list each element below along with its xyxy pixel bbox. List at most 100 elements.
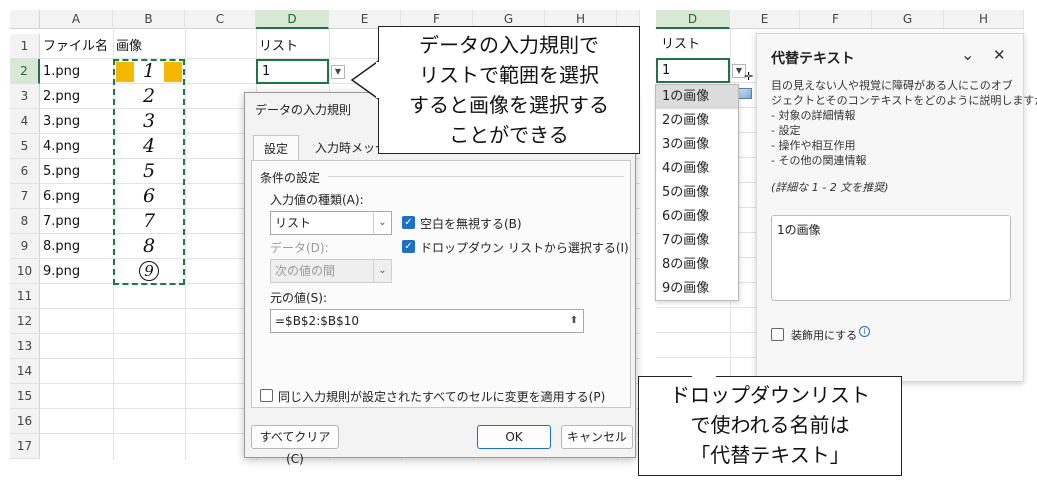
alt-text-input[interactable]: 1の画像 xyxy=(771,215,1011,301)
callout-top-line: データの入力規則で xyxy=(419,33,599,57)
row-header[interactable]: 17 xyxy=(10,434,40,459)
dropdown-item[interactable]: 9の画像 xyxy=(656,277,738,301)
dropdown-item[interactable]: 5の画像 xyxy=(656,181,738,205)
cell-filename[interactable]: 4.png xyxy=(40,134,113,159)
chevron-down-icon: ⌄ xyxy=(373,260,391,282)
row-header[interactable]: 15 xyxy=(10,384,40,409)
source-label: 元の値(S): xyxy=(270,291,328,305)
row-header[interactable]: 5 xyxy=(10,134,40,159)
column-header-e[interactable]: E xyxy=(730,10,800,29)
cell-filename[interactable]: 8.png xyxy=(40,234,113,259)
column-header-g[interactable]: G xyxy=(872,10,944,29)
source-input[interactable]: =$B$2:$B$10 ⬆ xyxy=(270,309,584,333)
copy-range-marquee xyxy=(113,59,185,285)
row-header[interactable]: 3 xyxy=(10,84,40,109)
row-header[interactable]: 10 xyxy=(10,259,40,284)
cell-filename[interactable]: 9.png xyxy=(40,259,113,284)
callout-top-line: すると画像を選択する xyxy=(409,93,609,117)
allow-label: 入力値の種類(A): xyxy=(270,193,364,207)
ignore-blank-label: 空白を無視する(B) xyxy=(420,217,522,231)
callout-top-line: ことができる xyxy=(449,123,569,147)
dropdown-item[interactable]: 8の画像 xyxy=(656,253,738,277)
dropdown-item[interactable]: 2の画像 xyxy=(656,109,738,133)
row-header[interactable]: 11 xyxy=(10,284,40,309)
column-header-d[interactable]: D xyxy=(656,10,730,29)
alt-text-panel: 代替テキスト ⌄ ✕ 目の見えない人や視覚に障碍がある人にこのオブ ジェクトとそ… xyxy=(756,33,1037,382)
right-cell-d2-value: 1 xyxy=(662,63,671,78)
cell-a1[interactable]: ファイル名 xyxy=(40,34,113,59)
callout-bottom-line: ドロップダウンリスト xyxy=(670,383,870,407)
row-header[interactable]: 8 xyxy=(10,209,40,234)
row-header[interactable]: 7 xyxy=(10,184,40,209)
row-header[interactable]: 6 xyxy=(10,159,40,184)
description-line: - 対象の詳細情報 xyxy=(771,109,856,122)
right-cell-d1[interactable]: リスト xyxy=(658,32,728,57)
apply-all-checkbox[interactable] xyxy=(260,389,273,402)
tab-settings[interactable]: 設定 xyxy=(253,135,300,161)
dropdown-item[interactable]: 7の画像 xyxy=(656,229,738,253)
cell-d2-value: 1 xyxy=(262,64,271,79)
column-header-h[interactable]: H xyxy=(944,10,1024,29)
row-header[interactable]: 16 xyxy=(10,409,40,434)
column-header-c[interactable]: C xyxy=(185,10,256,29)
cell-filename[interactable]: 3.png xyxy=(40,109,113,134)
select-all-corner[interactable] xyxy=(10,10,40,29)
description-line: - その他の関連情報 xyxy=(771,154,867,167)
column-header-f[interactable]: F xyxy=(800,10,872,29)
validation-dropdown-list: 1の画像 2の画像 3の画像 4の画像 5の画像 6の画像 7の画像 8の画像 … xyxy=(655,84,739,301)
cancel-button[interactable]: キャンセル xyxy=(561,425,633,449)
chevron-down-icon[interactable]: ⌄ xyxy=(961,45,974,64)
data-select-value: 次の値の間 xyxy=(275,264,336,278)
cell-b1[interactable]: 画像 xyxy=(113,34,185,59)
dropdown-item[interactable]: 1の画像 xyxy=(656,85,738,109)
clear-all-button[interactable]: すべてクリア(C) xyxy=(251,425,339,466)
cell-filename[interactable]: 7.png xyxy=(40,209,113,234)
alt-text-description: 目の見えない人や視覚に障碍がある人にこのオブ ジェクトとそのコンテキストをどのよ… xyxy=(771,78,1037,195)
dialog-title: データの入力規則 xyxy=(255,103,352,117)
data-label: データ(D): xyxy=(270,241,329,255)
apply-all-label: 同じ入力規則が設定されたすべてのセルに変更を適用する(P) xyxy=(278,390,606,404)
ok-button[interactable]: OK xyxy=(477,425,551,449)
in-cell-dropdown-checkbox[interactable]: ✓ xyxy=(402,240,415,253)
dropdown-item[interactable]: 6の画像 xyxy=(656,205,738,229)
column-header-a[interactable]: A xyxy=(40,10,113,29)
row-header[interactable]: 1 xyxy=(10,34,40,59)
criteria-group-label: 条件の設定 xyxy=(260,171,321,185)
callout-bottom-line: で使われる名前は xyxy=(690,413,850,437)
dropdown-item[interactable]: 3の画像 xyxy=(656,133,738,157)
row-header[interactable]: 2 xyxy=(10,59,40,84)
mouse-cursor-icon: ✛ xyxy=(744,70,754,83)
cell-filename[interactable]: 1.png xyxy=(40,59,113,84)
row-header[interactable]: 12 xyxy=(10,309,40,334)
decorative-checkbox[interactable] xyxy=(771,328,784,341)
row-header[interactable]: 13 xyxy=(10,334,40,359)
collapse-range-icon[interactable]: ⬆ xyxy=(565,310,583,332)
decorative-label: 装飾用にする xyxy=(791,329,858,342)
row-header[interactable]: 4 xyxy=(10,109,40,134)
row-header[interactable]: 9 xyxy=(10,234,40,259)
description-line: - 設定 xyxy=(771,124,801,137)
callout-bottom: ドロップダウンリスト で使われる名前は 「代替テキスト」 xyxy=(638,376,902,476)
column-header-b[interactable]: B xyxy=(113,10,185,29)
allow-select-value: リスト xyxy=(275,216,312,230)
column-header-d[interactable]: D xyxy=(256,10,329,29)
chevron-down-icon: ⌄ xyxy=(373,212,391,234)
source-input-value: =$B$2:$B$10 xyxy=(275,314,360,328)
callout-top-line: リストで範囲を選択 xyxy=(419,63,599,87)
settings-panel: 条件の設定 入力値の種類(A): リスト ⌄ ✓ 空白を無視する(B) ✓ ドロ… xyxy=(251,160,631,408)
dropdown-arrow-button[interactable]: ▼ xyxy=(331,65,345,79)
callout-bottom-pointer-mask xyxy=(692,375,716,378)
cell-filename[interactable]: 6.png xyxy=(40,184,113,209)
ignore-blank-checkbox[interactable]: ✓ xyxy=(402,216,415,229)
recommend-note: (詳細な 1 - 2 文を推奨) xyxy=(771,181,889,194)
dropdown-item[interactable]: 4の画像 xyxy=(656,157,738,181)
description-line: 目の見えない人や視覚に障碍がある人にこのオブ xyxy=(771,79,1013,92)
cell-filename[interactable]: 2.png xyxy=(40,84,113,109)
cell-d1[interactable]: リスト xyxy=(256,34,329,59)
allow-select[interactable]: リスト ⌄ xyxy=(270,211,392,235)
data-select: 次の値の間 ⌄ xyxy=(270,259,392,283)
close-icon[interactable]: ✕ xyxy=(993,46,1006,64)
info-icon[interactable]: i xyxy=(859,326,870,337)
row-header[interactable]: 14 xyxy=(10,359,40,384)
cell-filename[interactable]: 5.png xyxy=(40,159,113,184)
